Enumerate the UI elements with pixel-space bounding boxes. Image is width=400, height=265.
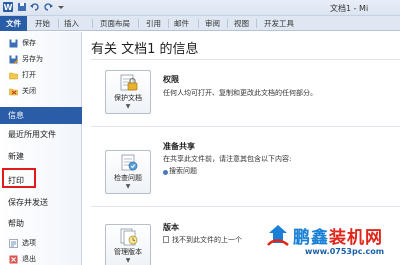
sidebar-item-help[interactable]: 帮助 bbox=[0, 215, 82, 232]
title-bar: W 文档1 - Mi bbox=[0, 0, 400, 16]
prepare-sharing-bullet: 搜索问题 bbox=[169, 167, 197, 175]
sidebar-item-save[interactable]: 保存 bbox=[0, 38, 82, 49]
manage-versions-label: 管理版本 bbox=[114, 248, 142, 256]
window-title: 文档1 - Mi bbox=[330, 4, 369, 13]
tab-separator bbox=[256, 19, 257, 28]
versions-icon bbox=[119, 228, 139, 246]
protect-document-button[interactable]: 保护文档 ▼ bbox=[105, 70, 151, 114]
close-doc-icon bbox=[9, 87, 18, 96]
permissions-description: 任何人均可打开、复制和更改此文档的任何部分。 bbox=[163, 89, 317, 97]
dropdown-arrow-icon: ▼ bbox=[125, 103, 131, 110]
divider bbox=[91, 59, 400, 60]
sidebar-item-info[interactable]: 信息 bbox=[0, 107, 82, 124]
save-icon[interactable] bbox=[17, 2, 27, 12]
exit-icon bbox=[9, 255, 18, 264]
prepare-sharing-description: 在共享此文件前，请注意其包含以下内容: bbox=[163, 155, 292, 163]
page-title: 有关 文档1 的信息 bbox=[91, 42, 199, 57]
site-name-part2: 装机网 bbox=[329, 228, 383, 248]
customize-icon[interactable] bbox=[56, 2, 66, 12]
tab-references[interactable]: 引用 bbox=[146, 17, 161, 30]
divider bbox=[91, 206, 400, 207]
versions-description: 找不到此文件的上一个 bbox=[172, 236, 242, 244]
sidebar-item-options[interactable]: 选项 bbox=[0, 238, 82, 249]
tab-file[interactable]: 文件 bbox=[0, 16, 27, 31]
sidebar-item-exit[interactable]: 退出 bbox=[0, 254, 82, 265]
options-icon bbox=[9, 239, 18, 248]
backstage-sidebar: 保存 另存为 打开 关闭 信息 最近所用文件 新建 打印 保存并发送 帮助 选项… bbox=[0, 32, 82, 265]
sidebar-item-label: 退出 bbox=[22, 255, 36, 263]
tab-separator bbox=[58, 19, 59, 28]
site-name-part1: 鹏鑫 bbox=[293, 228, 329, 248]
check-for-issues-label: 检查问题 bbox=[114, 174, 142, 182]
redo-icon[interactable] bbox=[43, 2, 53, 12]
tab-separator bbox=[92, 19, 93, 28]
tab-mailings[interactable]: 邮件 bbox=[174, 17, 189, 30]
svg-text:W: W bbox=[4, 3, 13, 12]
print-highlight-box bbox=[2, 168, 36, 188]
sidebar-item-recent[interactable]: 最近所用文件 bbox=[0, 126, 82, 143]
sidebar-item-open[interactable]: 打开 bbox=[0, 70, 82, 81]
tab-separator bbox=[227, 19, 228, 28]
protect-document-label: 保护文档 bbox=[114, 94, 142, 102]
sidebar-item-label: 保存 bbox=[22, 39, 36, 47]
check-doc-icon bbox=[119, 154, 139, 172]
tab-separator bbox=[138, 19, 139, 28]
site-url: www.0753pc.com bbox=[305, 247, 385, 256]
undo-icon[interactable] bbox=[30, 2, 40, 12]
divider bbox=[91, 126, 400, 127]
tab-developer[interactable]: 开发工具 bbox=[264, 17, 294, 30]
open-folder-icon bbox=[9, 71, 18, 80]
tab-page-layout[interactable]: 页面布局 bbox=[100, 17, 130, 30]
tab-separator bbox=[198, 19, 199, 28]
sidebar-item-new[interactable]: 新建 bbox=[0, 148, 82, 165]
site-watermark: 鹏鑫装机网 www.0753pc.com bbox=[265, 220, 400, 265]
sidebar-item-label: 关闭 bbox=[22, 87, 36, 95]
tab-separator bbox=[168, 19, 169, 28]
permissions-title: 权限 bbox=[163, 75, 179, 84]
dropdown-arrow-icon: ▼ bbox=[125, 183, 131, 190]
save-as-icon bbox=[9, 55, 18, 64]
sidebar-item-label: 另存为 bbox=[22, 55, 43, 63]
tab-view[interactable]: 视图 bbox=[234, 17, 249, 30]
bullet-icon bbox=[163, 170, 168, 175]
lock-icon bbox=[119, 74, 139, 92]
dropdown-arrow-icon: ▼ bbox=[125, 257, 131, 264]
sidebar-item-label: 选项 bbox=[22, 239, 36, 247]
manage-versions-button[interactable]: 管理版本 ▼ bbox=[105, 224, 151, 265]
versions-title: 版本 bbox=[163, 223, 179, 232]
sidebar-item-save-as[interactable]: 另存为 bbox=[0, 54, 82, 65]
site-name: 鹏鑫装机网 bbox=[293, 223, 383, 248]
prepare-sharing-title: 准备共享 bbox=[163, 142, 195, 151]
site-logo-icon bbox=[265, 223, 291, 249]
sidebar-item-close[interactable]: 关闭 bbox=[0, 86, 82, 97]
tab-insert[interactable]: 插入 bbox=[64, 17, 79, 30]
ribbon-tabs: 文件 开始 插入 页面布局 引用 邮件 审阅 视图 开发工具 bbox=[0, 16, 400, 31]
tab-review[interactable]: 审阅 bbox=[205, 17, 220, 30]
sidebar-item-label: 打开 bbox=[22, 71, 36, 79]
word-icon: W bbox=[3, 2, 13, 12]
sidebar-item-save-send[interactable]: 保存并发送 bbox=[0, 194, 82, 211]
document-icon bbox=[163, 236, 169, 243]
save-icon bbox=[9, 39, 18, 48]
tab-home[interactable]: 开始 bbox=[35, 17, 50, 30]
check-for-issues-button[interactable]: 检查问题 ▼ bbox=[105, 150, 151, 194]
